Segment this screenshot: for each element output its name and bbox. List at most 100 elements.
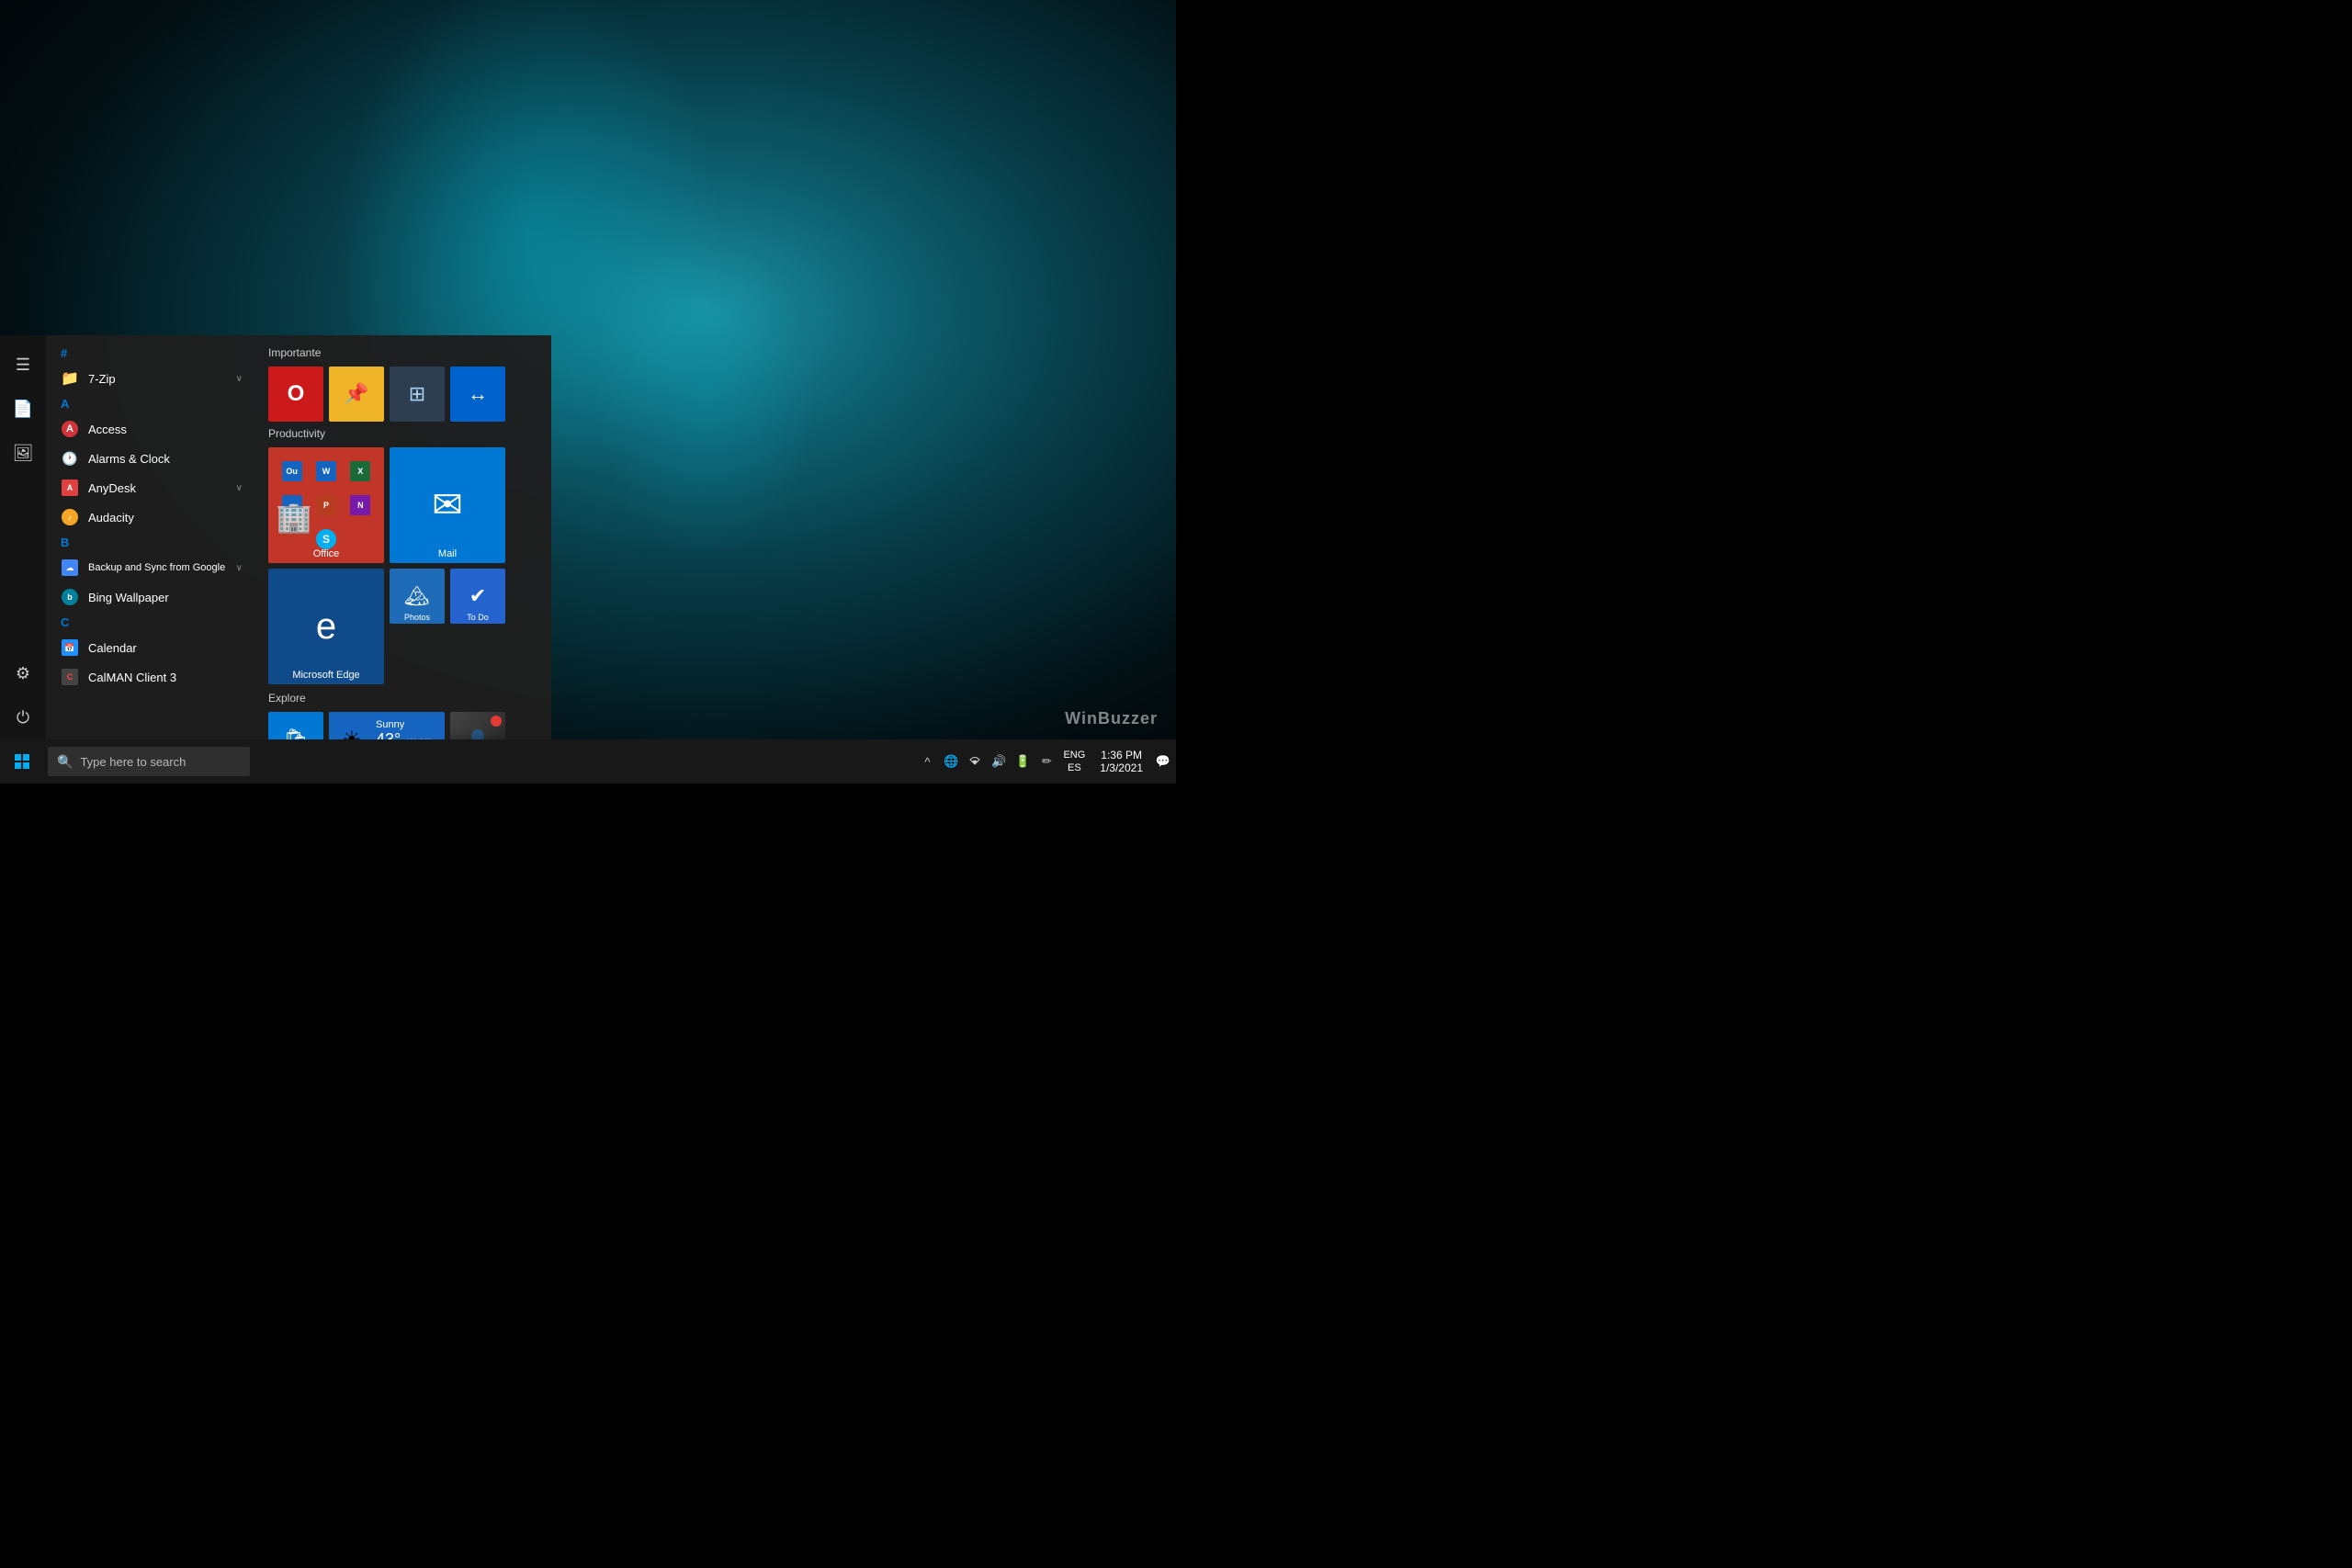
news-overlay — [450, 730, 505, 739]
tile-todo[interactable]: ✔ To Do — [450, 569, 505, 624]
powerpoint-icon: P — [316, 495, 336, 515]
app-icon-7zip: 📁 — [61, 369, 79, 388]
office-logo: 🏢 — [276, 492, 312, 535]
app-icon-calendar: 📅 — [61, 638, 79, 657]
tile-opera[interactable]: O — [268, 367, 323, 422]
section-c: C — [46, 612, 257, 633]
expand-icon-anydesk: ∨ — [236, 483, 243, 493]
todo-icon: ✔ — [469, 584, 486, 608]
sidebar-power[interactable]: ⏻ — [1, 695, 45, 739]
skype-icon: S — [316, 529, 336, 549]
tile-office-label: Office — [268, 548, 384, 559]
clock-date: 1/3/2021 — [1100, 761, 1143, 774]
stickynotes-icon: 📌 — [344, 382, 368, 406]
sidebar-hamburger[interactable]: ☰ — [1, 343, 45, 387]
section-hash: # — [46, 343, 257, 364]
battery-icon[interactable]: 🔋 — [1013, 752, 1032, 771]
app-list: # 📁 7-Zip ∨ A A Access 🕐 Alarms & Clock … — [46, 335, 257, 739]
clock[interactable]: 1:36 PM 1/3/2021 — [1092, 749, 1150, 774]
section-a: A — [46, 393, 257, 414]
wifi-signal-icon — [968, 755, 981, 768]
word-icon: W — [316, 461, 336, 481]
tile-weather[interactable]: ☀ Sunny 43° 43°/32° Madrid — [329, 712, 445, 739]
weather-temp: 43° — [376, 730, 401, 740]
app-name-alarms: Alarms & Clock — [88, 452, 243, 466]
tile-vmware[interactable]: ⊞ — [390, 367, 445, 422]
tiles-panel: Importante O 📌 ⊞ ↔ Productivity Ou — [257, 335, 551, 739]
app-item-alarms[interactable]: 🕐 Alarms & Clock — [46, 444, 257, 473]
opera-icon: O — [288, 381, 305, 407]
search-icon: 🔍 — [57, 754, 73, 770]
app-name-7zip: 7-Zip — [88, 372, 236, 386]
app-item-bing-wallpaper[interactable]: b Bing Wallpaper — [46, 582, 257, 612]
tiles-row-edge: e Microsoft Edge 🏔 Photos ✔ To Do — [268, 569, 540, 684]
chevron-up-icon[interactable]: ^ — [918, 752, 936, 771]
news-tile-inner: 👤 — [450, 712, 505, 739]
sidebar-pictures[interactable]: 🖼 — [1, 431, 45, 475]
tiles-row-productivity: Ou W X ☁ P N S 🏢 Office — [268, 447, 540, 563]
tile-photos-label-small: Photos — [390, 613, 445, 622]
weather-content: ☀ Sunny 43° 43°/32° Madrid — [334, 717, 439, 739]
taskbar-right: ^ 🌐 🔊 🔋 ✏ ENG ES 1:36 PM 1/3/2021 💬 — [918, 739, 1176, 784]
app-name-bing-wallpaper: Bing Wallpaper — [88, 591, 243, 604]
clock-time: 1:36 PM — [1100, 749, 1143, 761]
network-globe-icon[interactable]: 🌐 — [942, 752, 960, 771]
outlook-icon: Ou — [282, 461, 302, 481]
tile-edge-label: Microsoft Edge — [268, 670, 384, 681]
app-name-audacity: Audacity — [88, 511, 243, 525]
start-button[interactable] — [0, 739, 44, 784]
tile-todo-label-small: To Do — [450, 613, 505, 622]
app-icon-anydesk: A — [61, 479, 79, 497]
app-name-backup: Backup and Sync from Google — [88, 562, 236, 573]
photos-icon: 🏔 — [404, 584, 430, 608]
weather-icon: ☀ — [342, 727, 362, 740]
app-name-access: Access — [88, 423, 243, 436]
app-item-access[interactable]: A Access — [46, 414, 257, 444]
weather-condition: Sunny — [376, 719, 432, 730]
tile-office[interactable]: Ou W X ☁ P N S 🏢 Office — [268, 447, 384, 563]
tile-edge[interactable]: e Microsoft Edge — [268, 569, 384, 684]
app-item-audacity[interactable]: ♪ Audacity — [46, 502, 257, 532]
teamviewer-icon: ↔ — [468, 382, 488, 406]
sidebar-documents[interactable]: 📄 — [1, 387, 45, 431]
expand-icon-7zip: ∨ — [236, 374, 243, 384]
windows-logo-icon — [15, 754, 29, 769]
pen-icon[interactable]: ✏ — [1037, 752, 1056, 771]
section-label-explore: Explore — [268, 692, 540, 705]
volume-icon[interactable]: 🔊 — [989, 752, 1008, 771]
language-indicator[interactable]: ENG ES — [1059, 749, 1089, 775]
sidebar-settings[interactable]: ⚙ — [1, 651, 45, 695]
app-name-anydesk: AnyDesk — [88, 481, 236, 495]
tile-store[interactable]: 🛍 Microsoft Store — [268, 712, 323, 739]
app-item-calendar[interactable]: 📅 Calendar — [46, 633, 257, 662]
tile-news[interactable]: 👤 News — [450, 712, 505, 739]
start-menu: ☰ 📄 🖼 ⚙ ⏻ # 📁 7-Zip ∨ A A Access 🕐 Alarm… — [0, 335, 551, 739]
edge-icon: e — [316, 606, 336, 648]
section-label-productivity: Productivity — [268, 427, 540, 440]
search-bar[interactable]: 🔍 Type here to search — [48, 747, 250, 776]
notification-icons: ^ 🌐 🔊 🔋 ✏ — [918, 752, 1056, 771]
winbuzzer-watermark: WinBuzzer — [1065, 709, 1158, 728]
app-item-backup[interactable]: ☁ Backup and Sync from Google ∨ — [46, 553, 257, 582]
tile-mail[interactable]: ✉ Mail — [390, 447, 505, 563]
tiles-row-explore: 🛍 Microsoft Store ☀ Sunny 43° 43°/32° — [268, 712, 540, 739]
app-item-calman[interactable]: C CalMAN Client 3 — [46, 662, 257, 692]
tile-teamviewer[interactable]: ↔ — [450, 367, 505, 422]
app-icon-access: A — [61, 420, 79, 438]
app-item-anydesk[interactable]: A AnyDesk ∨ — [46, 473, 257, 502]
notifications-icon[interactable]: 💬 — [1154, 752, 1172, 771]
taskbar: 🔍 Type here to search ^ 🌐 🔊 🔋 ✏ ENG ES 1… — [0, 739, 1176, 784]
app-name-calman: CalMAN Client 3 — [88, 671, 243, 684]
tile-mail-label: Mail — [390, 548, 505, 559]
excel-icon: X — [350, 461, 370, 481]
app-name-calendar: Calendar — [88, 641, 243, 655]
language-code: ENG — [1063, 749, 1085, 761]
wifi-icon[interactable] — [966, 752, 984, 771]
app-item-7zip[interactable]: 📁 7-Zip ∨ — [46, 364, 257, 393]
vmware-icon: ⊞ — [409, 382, 425, 406]
app-icon-backup: ☁ — [61, 558, 79, 577]
tile-photos[interactable]: 🏔 Photos — [390, 569, 445, 624]
tile-stickynotes[interactable]: 📌 — [329, 367, 384, 422]
app-icon-audacity: ♪ — [61, 508, 79, 526]
weather-range: 43°/32° — [404, 738, 432, 740]
